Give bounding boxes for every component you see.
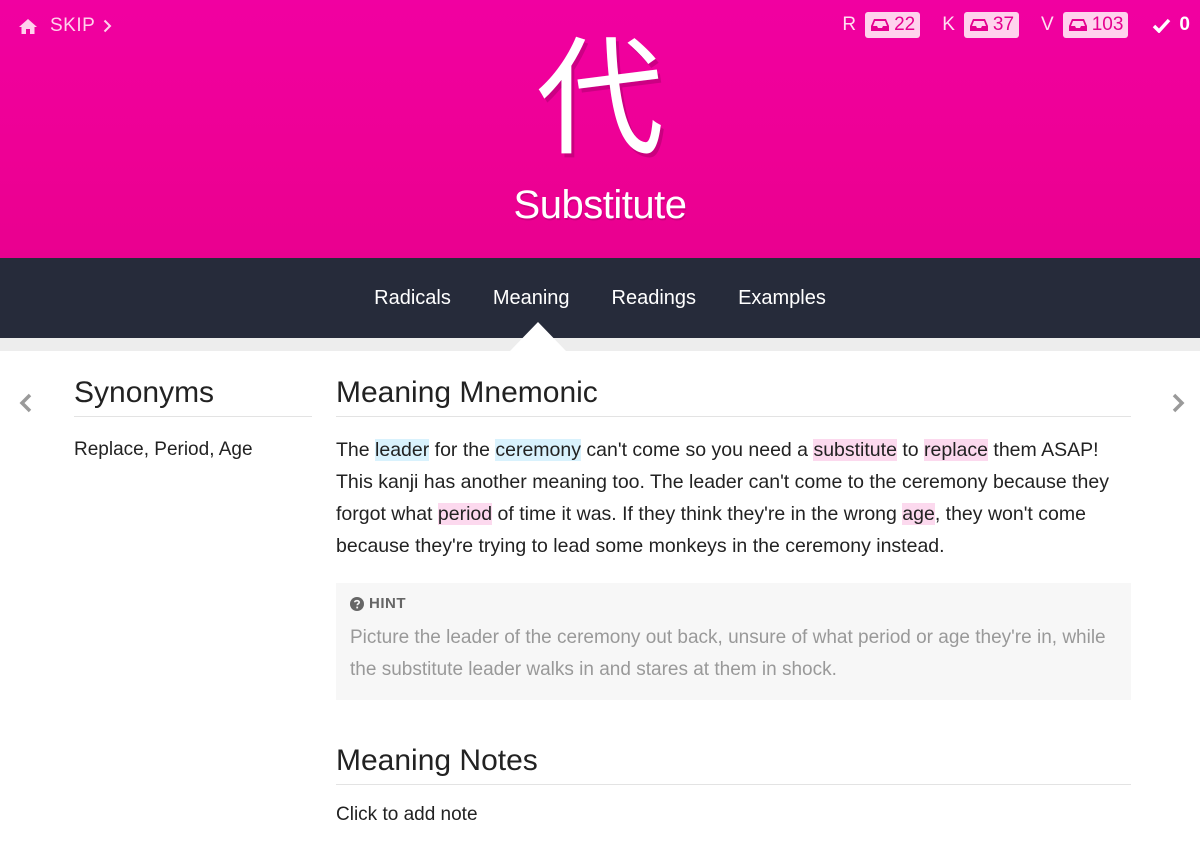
synonyms-list: Replace, Period, Age bbox=[74, 439, 253, 460]
kanji-highlight: age bbox=[902, 503, 935, 525]
tab-examples[interactable]: Examples bbox=[738, 287, 826, 310]
kanji-header: SKIP R 22 K 37 V 103 0 代 Substitute bbox=[0, 0, 1200, 258]
previous-arrow-icon[interactable] bbox=[18, 392, 34, 419]
mnemonic-text-segment: of time it was. If they think they're in… bbox=[492, 503, 903, 525]
question-circle-icon bbox=[350, 596, 364, 611]
hint-label-text: HINT bbox=[369, 595, 406, 612]
tab-readings[interactable]: Readings bbox=[612, 287, 697, 310]
kanji-highlight: replace bbox=[924, 439, 988, 461]
notes-heading: Meaning Notes bbox=[336, 740, 1131, 785]
kanji-highlight: period bbox=[437, 503, 493, 525]
mnemonic-text-segment: The bbox=[336, 439, 376, 461]
hint-box: HINT Picture the leader of the ceremony … bbox=[336, 583, 1131, 700]
tab-meaning[interactable]: Meaning bbox=[493, 287, 570, 310]
mnemonic-text-segment: can't come so you need a bbox=[581, 439, 814, 461]
kanji-meaning: Substitute bbox=[513, 183, 687, 227]
hint-text: Picture the leader of the ceremony out b… bbox=[350, 627, 1106, 680]
meaning-panel: Meaning Mnemonic The leader for the cere… bbox=[336, 372, 1131, 826]
synonyms-heading: Synonyms bbox=[74, 372, 312, 417]
radical-highlight: leader bbox=[375, 439, 430, 461]
mnemonic-text-segment: for the bbox=[429, 439, 496, 461]
tab-radicals[interactable]: Radicals bbox=[374, 287, 451, 310]
kanji-highlight: substitute bbox=[813, 439, 897, 461]
nav-shelf bbox=[0, 338, 1200, 351]
mnemonic-text-segment: to bbox=[896, 439, 925, 461]
radical-highlight: ceremony bbox=[495, 439, 581, 461]
mnemonic-text: The leader for the ceremony can't come s… bbox=[336, 434, 1131, 562]
kanji-character: 代 bbox=[535, 25, 664, 174]
add-note-link[interactable]: Click to add note bbox=[336, 804, 1131, 826]
synonyms-panel: Synonyms Replace, Period, Age bbox=[74, 372, 312, 463]
mnemonic-heading: Meaning Mnemonic bbox=[336, 372, 1131, 417]
next-arrow-icon[interactable] bbox=[1170, 392, 1186, 419]
active-tab-pointer bbox=[510, 322, 566, 351]
hint-label: HINT bbox=[350, 595, 1117, 612]
lesson-nav: Radicals Meaning Readings Examples bbox=[0, 258, 1200, 338]
